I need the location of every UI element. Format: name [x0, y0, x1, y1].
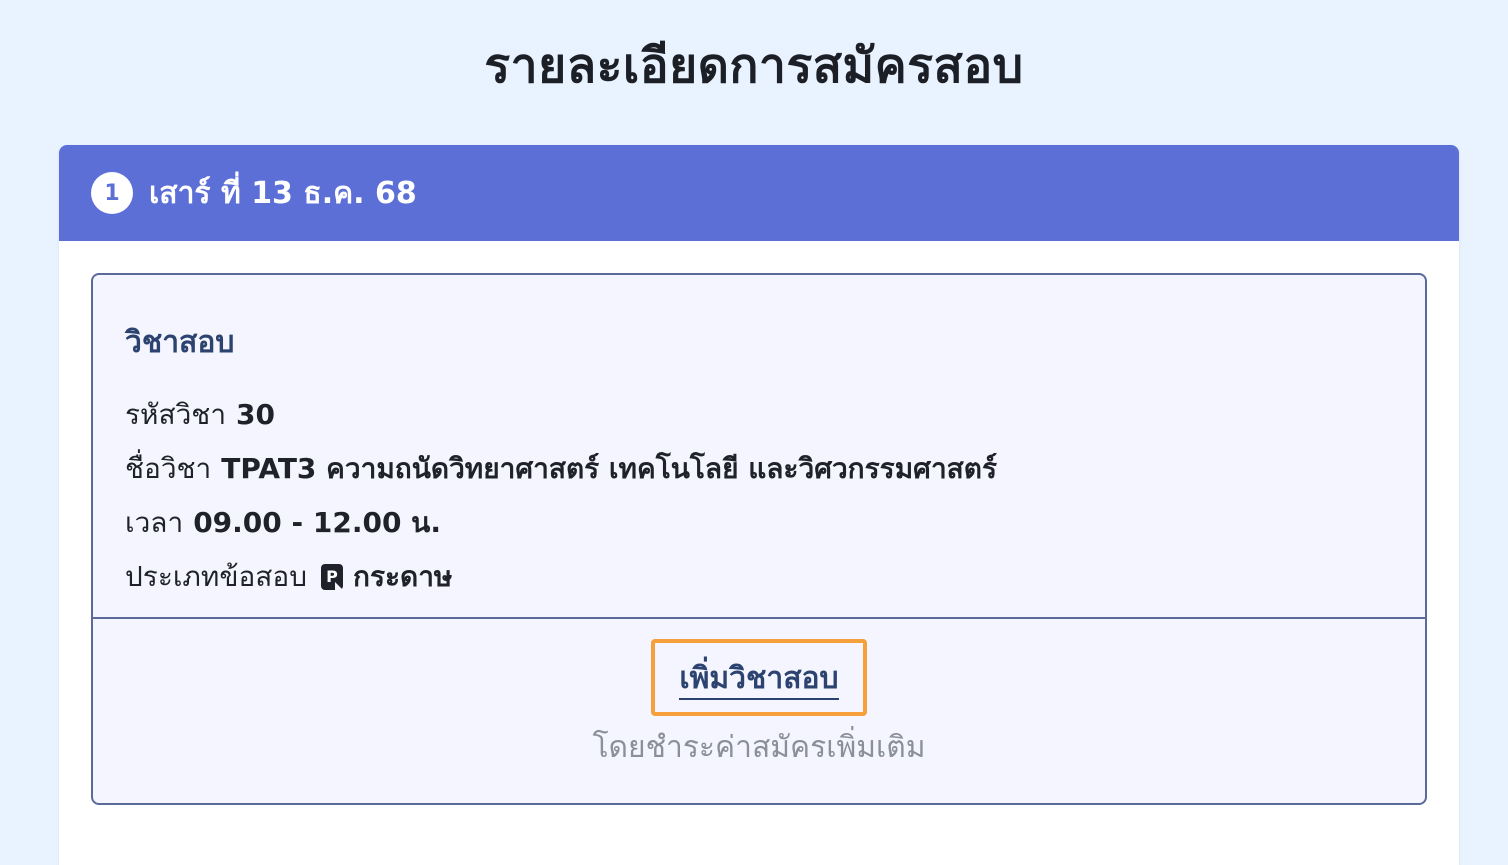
subject-actions: เพิ่มวิชาสอบ โดยชำระค่าสมัครเพิ่มเติม	[93, 619, 1425, 771]
exam-time-value: 09.00 - 12.00 น.	[193, 506, 441, 539]
step-number-badge: 1	[91, 172, 133, 214]
exam-type-label: ประเภทข้อสอบ	[125, 560, 307, 593]
subject-name-value: TPAT3 ความถนัดวิทยาศาสตร์ เทคโนโลยี และว…	[221, 452, 997, 485]
subject-name-row: ชื่อวิชา TPAT3 ความถนัดวิทยาศาสตร์ เทคโน…	[125, 442, 1393, 496]
exam-session-card: 1 เสาร์ ที่ 13 ธ.ค. 68 วิชาสอบ รหัสวิชา …	[59, 145, 1459, 865]
subject-panel: วิชาสอบ รหัสวิชา 30 ชื่อวิชา TPAT3 ความถ…	[91, 273, 1427, 805]
subject-code-row: รหัสวิชา 30	[125, 388, 1393, 442]
subject-code-value: 30	[236, 398, 276, 431]
subject-code-label: รหัสวิชา	[125, 398, 227, 431]
add-subject-button[interactable]: เพิ่มวิชาสอบ	[651, 639, 867, 716]
add-subject-note: โดยชำระค่าสมัครเพิ่มเติม	[592, 730, 926, 765]
session-header: 1 เสาร์ ที่ 13 ธ.ค. 68	[59, 145, 1459, 241]
exam-type-row: ประเภทข้อสอบ P กระดาษ	[125, 550, 1393, 604]
exam-time-label: เวลา	[125, 506, 184, 539]
subject-name-label: ชื่อวิชา	[125, 452, 212, 485]
add-subject-label: เพิ่มวิชาสอบ	[679, 661, 839, 700]
page-title: รายละเอียดการสมัครสอบ	[484, 38, 1024, 94]
session-date: เสาร์ ที่ 13 ธ.ค. 68	[149, 175, 417, 211]
exam-type-value: กระดาษ	[352, 560, 453, 593]
exam-time-row: เวลา 09.00 - 12.00 น.	[125, 496, 1393, 550]
subject-info: วิชาสอบ รหัสวิชา 30 ชื่อวิชา TPAT3 ความถ…	[93, 275, 1425, 619]
paper-exam-icon: P	[320, 564, 343, 590]
subject-heading: วิชาสอบ	[125, 325, 235, 360]
